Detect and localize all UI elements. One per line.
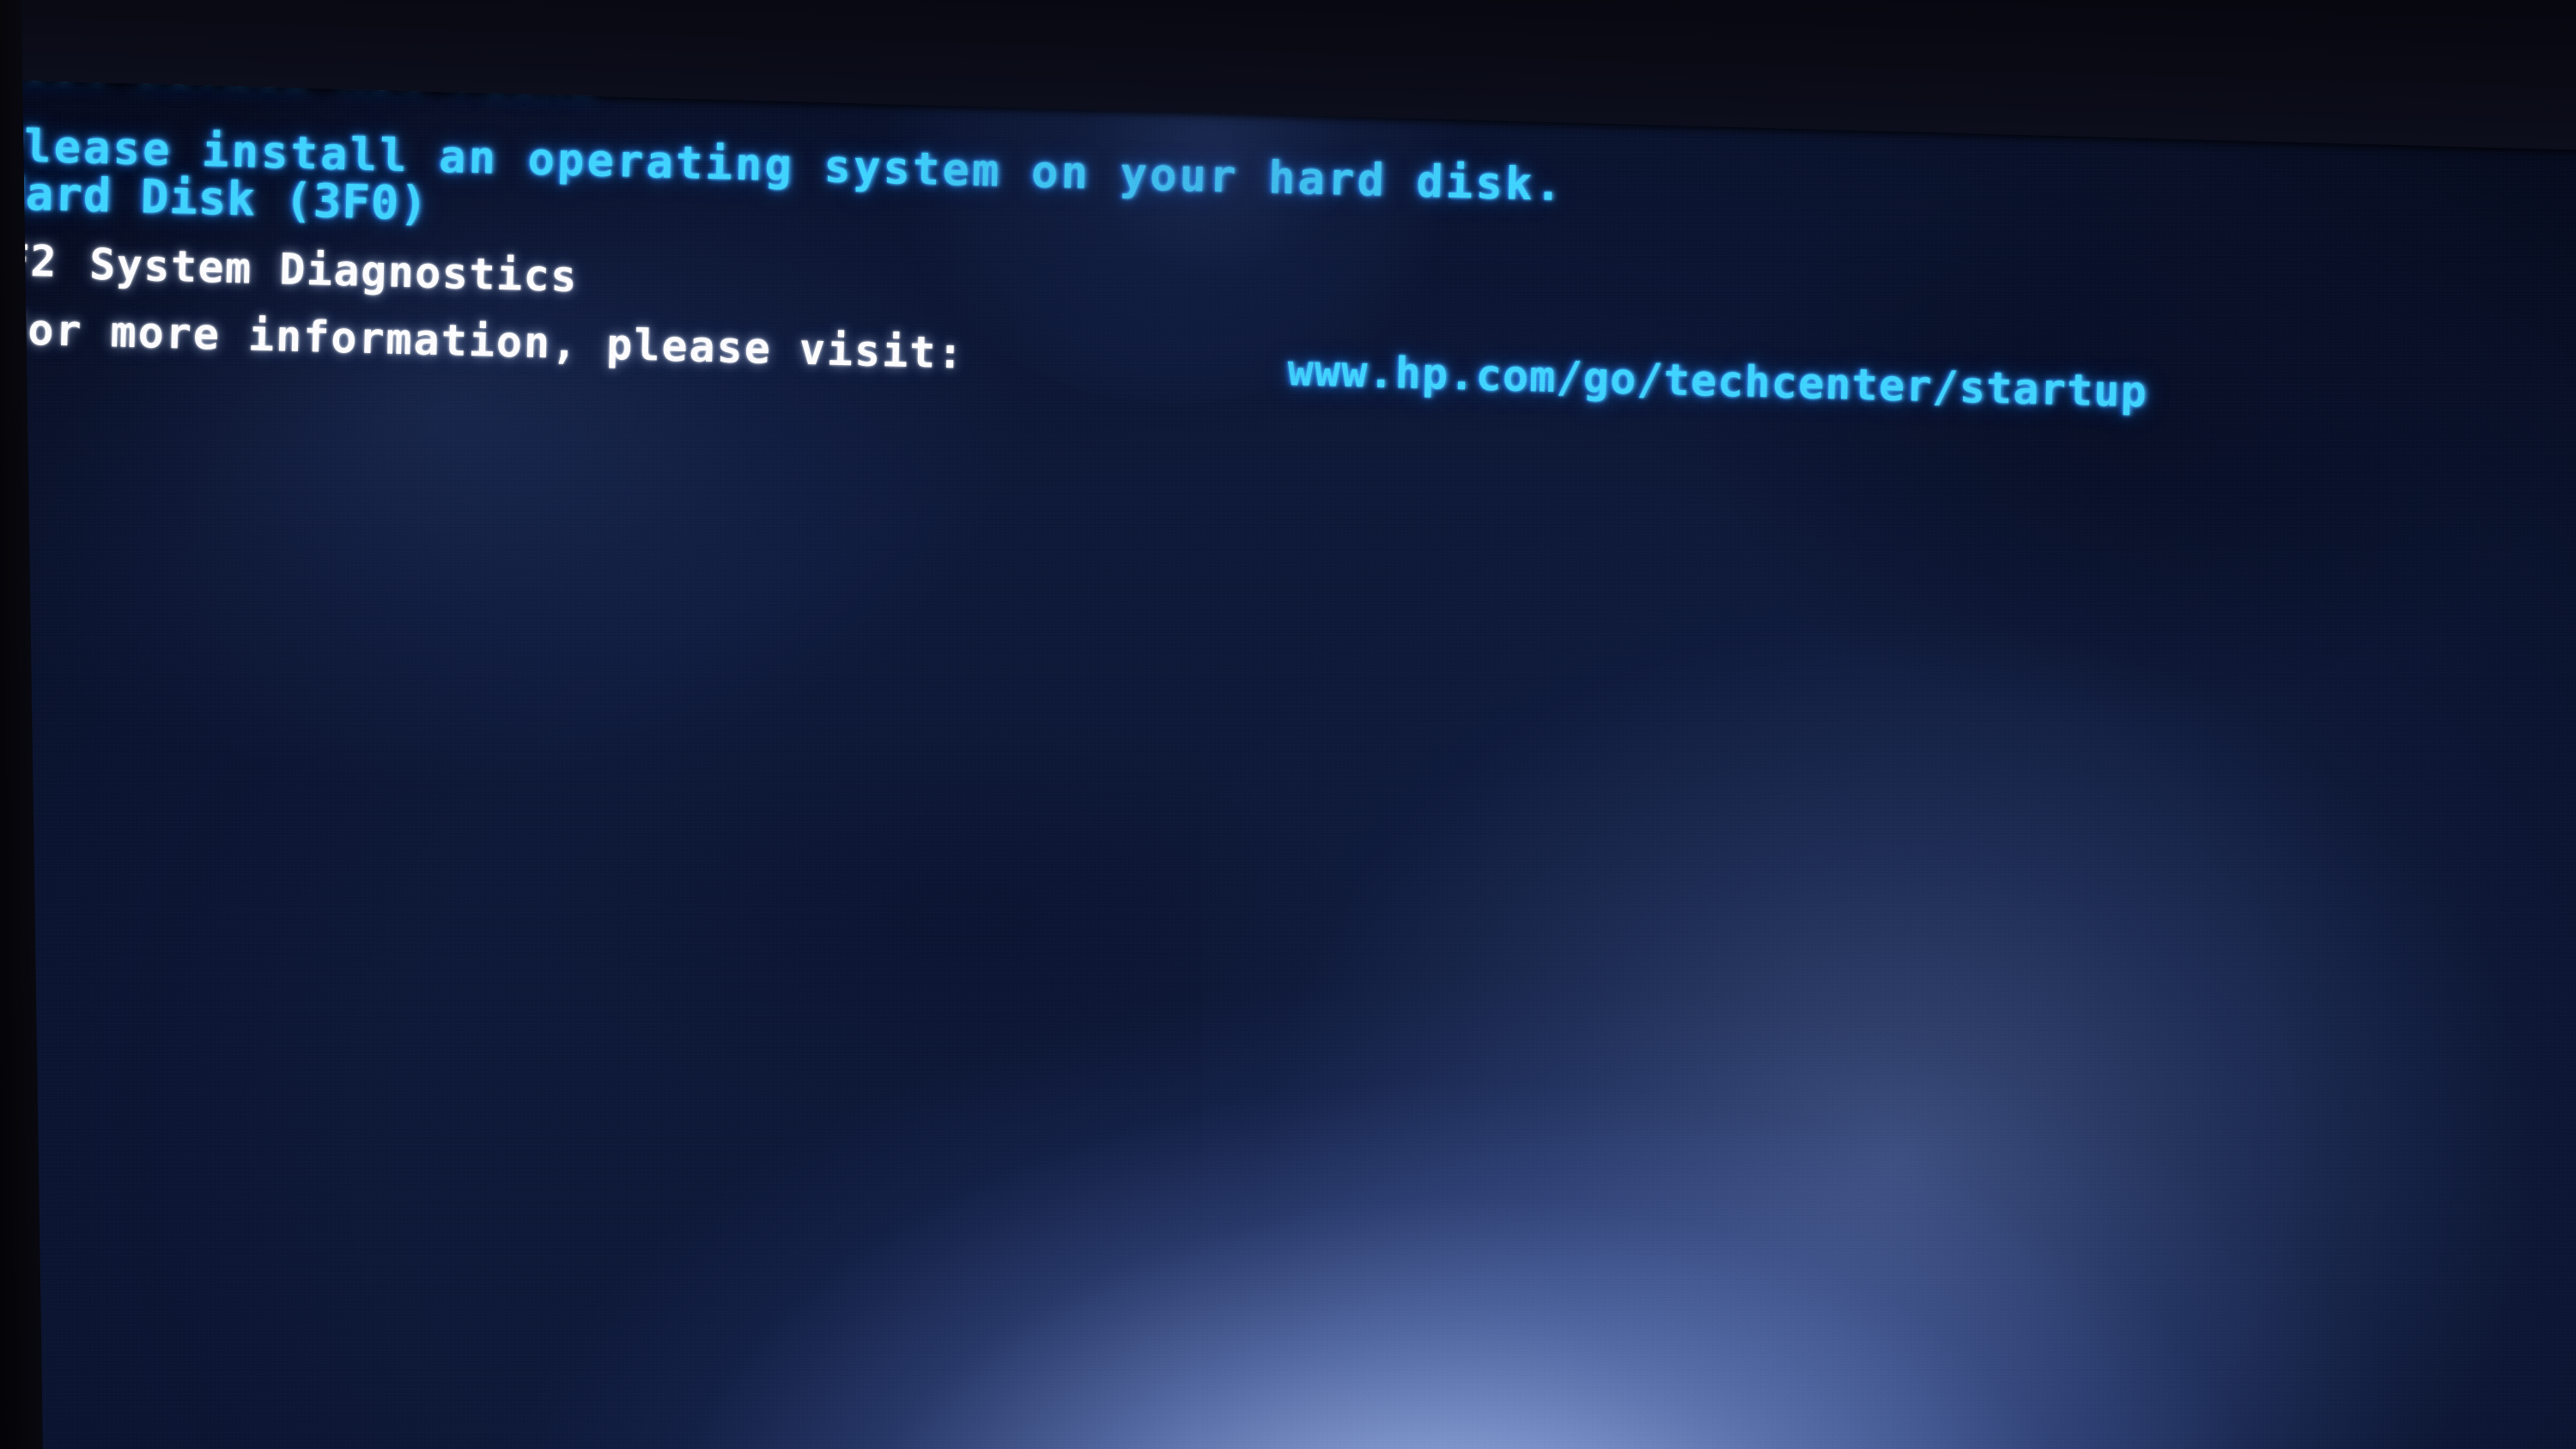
screen-noise-texture [0, 0, 2576, 1449]
laptop-photo: Boot Device Not Found Please install an … [0, 0, 2576, 1449]
